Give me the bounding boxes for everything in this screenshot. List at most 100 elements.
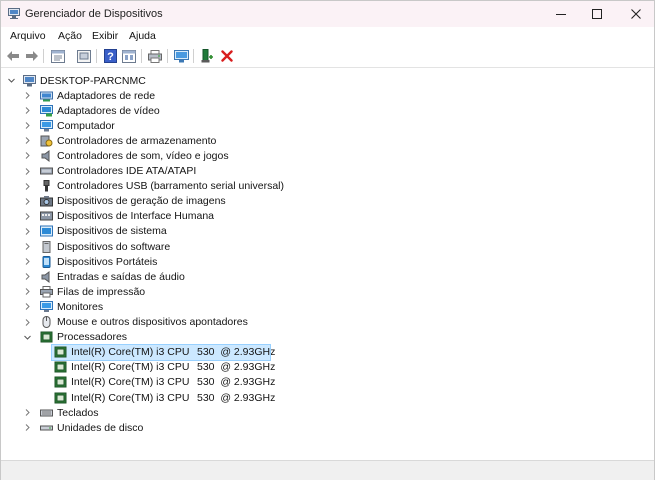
tree-category-row[interactable]: Controladores IDE ATA/ATAPI bbox=[23, 164, 196, 179]
processor-item[interactable]: Intel(R) Core(TM) i3 CPU 530 @ 2.93GHz bbox=[52, 375, 275, 390]
tree-category-label: Controladores de som, vídeo e jogos bbox=[57, 149, 229, 162]
menu-bar: Arquivo Ação Exibir Ajuda bbox=[1, 28, 654, 45]
enable-device-icon bbox=[201, 49, 213, 63]
tree-category-row[interactable]: Dispositivos Portáteis bbox=[23, 254, 157, 269]
tree-category-label: Filas de impressão bbox=[57, 285, 146, 298]
view-button[interactable] bbox=[121, 48, 137, 64]
chevron-right-icon[interactable] bbox=[23, 423, 32, 432]
processor-icon bbox=[54, 361, 67, 373]
chevron-right-icon[interactable] bbox=[23, 212, 32, 221]
help-button[interactable]: ? bbox=[102, 48, 118, 64]
update-driver-button[interactable] bbox=[76, 48, 92, 64]
chevron-right-icon[interactable] bbox=[23, 136, 32, 145]
close-button[interactable] bbox=[618, 1, 654, 27]
tree-category-label: Adaptadores de rede bbox=[57, 89, 156, 102]
print-button[interactable] bbox=[147, 48, 163, 64]
tree-category-row[interactable]: Entradas e saídas de áudio bbox=[23, 269, 185, 284]
tree-category-row[interactable]: Dispositivos de Interface Humana bbox=[23, 209, 214, 224]
tree-category-row[interactable]: Mouse e outros dispositivos apontadores bbox=[23, 315, 248, 330]
tree-category-row[interactable]: Processadores bbox=[23, 330, 127, 345]
software-device-icon bbox=[42, 240, 51, 253]
print-icon bbox=[148, 49, 162, 63]
processor-item[interactable]: Intel(R) Core(TM) i3 CPU 530 @ 2.93GHz bbox=[52, 390, 275, 405]
tree-root-row[interactable]: DESKTOP-PARCNMC bbox=[7, 73, 146, 88]
speaker-icon bbox=[41, 149, 50, 162]
tree-category-row[interactable]: Controladores USB (barramento serial uni… bbox=[23, 179, 284, 194]
tree-category-label: Computador bbox=[57, 119, 115, 132]
device-tree: DESKTOP-PARCNMC Adaptadores de rede Adapt… bbox=[1, 68, 654, 460]
toolbar-separator bbox=[43, 49, 44, 63]
menu-acao[interactable]: Ação bbox=[58, 30, 82, 42]
computer-root-icon bbox=[23, 74, 36, 86]
scan-hardware-icon bbox=[173, 49, 189, 62]
processor-speed: 530 @ 2.93GHz bbox=[197, 346, 276, 359]
chevron-right-icon[interactable] bbox=[23, 242, 32, 251]
monitor-icon bbox=[40, 300, 53, 312]
tree-category-label: Adaptadores de vídeo bbox=[57, 104, 160, 117]
chevron-right-icon[interactable] bbox=[23, 272, 32, 281]
svg-text:?: ? bbox=[107, 51, 114, 63]
chevron-right-icon[interactable] bbox=[23, 182, 32, 191]
menu-ajuda[interactable]: Ajuda bbox=[129, 30, 156, 42]
chevron-down-icon[interactable] bbox=[23, 333, 32, 342]
tree-category-row[interactable]: Controladores de armazenamento bbox=[23, 133, 216, 148]
processor-item[interactable]: Intel(R) Core(TM) i3 CPU 530 @ 2.93GHz bbox=[51, 343, 276, 361]
tree-category-row[interactable]: Filas de impressão bbox=[23, 284, 145, 299]
tree-category-row[interactable]: Computador bbox=[23, 118, 115, 133]
toolbar: ? bbox=[1, 45, 654, 68]
chevron-right-icon[interactable] bbox=[23, 227, 32, 236]
properties-button[interactable] bbox=[50, 48, 66, 64]
processor-name: Intel(R) Core(TM) i3 CPU bbox=[71, 391, 190, 404]
chevron-right-icon[interactable] bbox=[23, 408, 32, 417]
disk-drive-icon bbox=[40, 425, 53, 431]
chevron-right-icon[interactable] bbox=[23, 318, 32, 327]
processor-icon bbox=[40, 331, 53, 343]
chevron-right-icon[interactable] bbox=[23, 197, 32, 206]
chevron-right-icon[interactable] bbox=[23, 257, 32, 266]
tree-category-row[interactable]: Dispositivos de sistema bbox=[23, 224, 167, 239]
tree-root-label: DESKTOP-PARCNMC bbox=[40, 74, 146, 87]
update-driver-icon bbox=[77, 49, 91, 63]
view-icon bbox=[122, 49, 136, 63]
network-adapter-icon bbox=[40, 91, 53, 101]
chevron-right-icon[interactable] bbox=[23, 302, 32, 311]
maximize-button[interactable] bbox=[579, 1, 615, 27]
tree-category-row[interactable]: Adaptadores de rede bbox=[23, 88, 155, 103]
processor-icon bbox=[54, 376, 67, 388]
tree-category-label: Dispositivos Portáteis bbox=[57, 255, 158, 268]
chevron-right-icon[interactable] bbox=[23, 106, 32, 115]
tree-category-row[interactable]: Teclados bbox=[23, 405, 98, 420]
forward-arrow-icon bbox=[26, 51, 38, 61]
minimize-button[interactable] bbox=[543, 1, 579, 27]
display-adapter-icon bbox=[40, 104, 53, 117]
window-title: Gerenciador de Dispositivos bbox=[25, 8, 163, 20]
back-button[interactable] bbox=[5, 48, 21, 64]
uninstall-device-button[interactable] bbox=[219, 48, 235, 64]
chevron-down-icon[interactable] bbox=[7, 76, 16, 85]
chevron-right-icon[interactable] bbox=[23, 151, 32, 160]
chevron-right-icon[interactable] bbox=[23, 121, 32, 130]
menu-arquivo[interactable]: Arquivo bbox=[10, 30, 46, 42]
printer-icon bbox=[40, 285, 53, 298]
tree-category-label: Dispositivos de geração de imagens bbox=[57, 195, 226, 208]
uninstall-icon bbox=[221, 50, 233, 62]
processor-name: Intel(R) Core(TM) i3 CPU bbox=[71, 361, 190, 374]
chevron-right-icon[interactable] bbox=[23, 91, 32, 100]
help-icon: ? bbox=[103, 49, 117, 63]
scan-hardware-button[interactable] bbox=[173, 48, 189, 64]
tree-category-row[interactable]: Controladores de som, vídeo e jogos bbox=[23, 148, 229, 163]
tree-category-row[interactable]: Monitores bbox=[23, 299, 103, 314]
portable-device-icon bbox=[42, 255, 51, 268]
enable-device-button[interactable] bbox=[199, 48, 215, 64]
menu-exibir[interactable]: Exibir bbox=[92, 30, 118, 42]
storage-controller-icon bbox=[40, 135, 53, 147]
processor-item[interactable]: Intel(R) Core(TM) i3 CPU 530 @ 2.93GHz bbox=[52, 360, 275, 375]
tree-category-label: Controladores IDE ATA/ATAPI bbox=[57, 165, 197, 177]
chevron-right-icon[interactable] bbox=[23, 167, 32, 176]
tree-category-row[interactable]: Adaptadores de vídeo bbox=[23, 103, 160, 118]
forward-button[interactable] bbox=[24, 48, 40, 64]
chevron-right-icon[interactable] bbox=[23, 287, 32, 296]
tree-category-row[interactable]: Dispositivos do software bbox=[23, 239, 170, 254]
tree-category-row[interactable]: Unidades de disco bbox=[23, 420, 143, 435]
tree-category-row[interactable]: Dispositivos de geração de imagens bbox=[23, 194, 226, 209]
